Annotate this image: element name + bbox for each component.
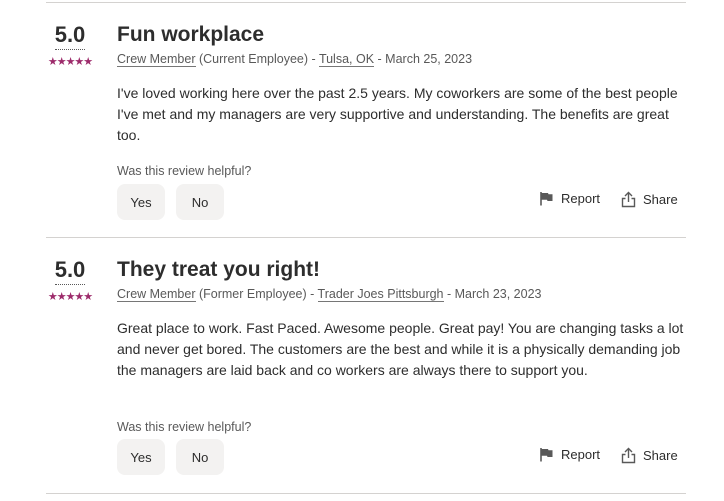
bottom-divider (46, 493, 686, 494)
vote-buttons: Yes No (117, 439, 237, 475)
employee-status: (Current Employee) - (198, 52, 316, 66)
rating-score[interactable]: 5.0 (54, 22, 86, 50)
rating-block: 5.0 ★★★★★ (42, 257, 98, 303)
report-button[interactable]: Report (539, 191, 600, 206)
review-card: 5.0 ★★★★★ They treat you right! Crew Mem… (0, 257, 724, 493)
rating-score[interactable]: 5.0 (54, 257, 86, 285)
flag-icon (540, 192, 553, 206)
share-label: Share (643, 192, 678, 207)
report-button[interactable]: Report (539, 447, 600, 462)
share-icon (621, 191, 636, 208)
share-button[interactable]: Share (621, 447, 678, 464)
share-icon (621, 447, 636, 464)
helpful-prompt: Was this review helpful? (117, 420, 252, 434)
star-rating-icon: ★★★★★ (47, 291, 93, 303)
report-label: Report (561, 191, 601, 206)
review-meta: Crew Member (Current Employee) - Tulsa, … (117, 51, 472, 67)
review-date: - March 23, 2023 (447, 287, 542, 301)
review-text: I've loved working here over the past 2.… (117, 85, 678, 143)
rating-block: 5.0 ★★★★★ (42, 22, 98, 68)
yes-button[interactable]: Yes (117, 439, 165, 475)
review-text: Great place to work. Fast Paced. Awesome… (117, 320, 684, 378)
review-meta: Crew Member (Former Employee) - Trader J… (117, 286, 542, 302)
review-card: 5.0 ★★★★★ Fun workplace Crew Member (Cur… (0, 22, 724, 258)
flag-icon (540, 448, 553, 462)
share-label: Share (643, 448, 678, 463)
review-divider (46, 237, 686, 238)
review-title: Fun workplace (117, 23, 265, 46)
review-date: - March 25, 2023 (377, 52, 473, 66)
star-rating-icon: ★★★★★ (47, 56, 93, 68)
no-button[interactable]: No (176, 184, 224, 220)
top-divider (46, 2, 686, 3)
location-link[interactable]: Trader Joes Pittsburgh (317, 287, 444, 302)
helpful-prompt: Was this review helpful? (117, 164, 252, 178)
employee-status: (Former Employee) - (198, 287, 315, 301)
report-label: Report (561, 447, 601, 462)
yes-button[interactable]: Yes (117, 184, 165, 220)
review-title: They treat you right! (117, 258, 321, 281)
location-link[interactable]: Tulsa, OK (318, 52, 375, 67)
job-title-link[interactable]: Crew Member (117, 52, 196, 67)
no-button[interactable]: No (176, 439, 224, 475)
job-title-link[interactable]: Crew Member (117, 287, 196, 302)
share-button[interactable]: Share (621, 191, 678, 208)
vote-buttons: Yes No (117, 184, 237, 220)
